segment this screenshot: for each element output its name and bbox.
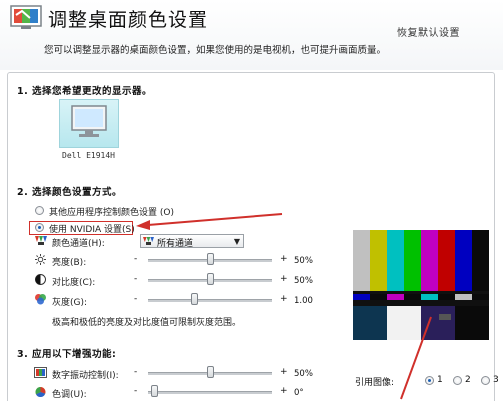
- brightness-label: 亮度(B):: [52, 258, 87, 268]
- radio-nvidia-settings[interactable]: [35, 223, 44, 232]
- contrast-icon: [35, 274, 46, 285]
- color-bar: [353, 230, 370, 291]
- channel-label: 颜色通道(H):: [52, 239, 105, 249]
- gamma-label: 灰度(G):: [52, 298, 88, 308]
- red-annotation-arrow: [136, 213, 283, 230]
- contrast-minus[interactable]: -: [134, 274, 137, 284]
- vibrance-icon: [34, 367, 47, 378]
- hue-value: 0°: [294, 388, 304, 398]
- vibrance-value: 50%: [294, 369, 313, 379]
- color-bar-strip: [404, 294, 421, 300]
- radio-other-apps[interactable]: [35, 206, 44, 215]
- page-description: 您可以调整显示器的桌面颜色设置，如果您使用的是电视机，也可提升画面质量。: [44, 45, 387, 56]
- monitor-icon: [71, 105, 107, 137]
- page-title: 调整桌面颜色设置: [48, 9, 209, 31]
- color-bar-strip: [421, 294, 438, 300]
- sun-icon: [35, 254, 46, 265]
- vibrance-label: 数字振动控制(I):: [52, 371, 119, 381]
- monitor-selector[interactable]: [59, 99, 119, 148]
- contrast-slider-thumb[interactable]: [207, 273, 214, 285]
- display-settings-icon: [10, 5, 42, 29]
- color-bar-strip: [370, 294, 387, 300]
- monitor-label: Dell E1914H: [62, 151, 115, 160]
- chevron-down-icon: ▼: [233, 237, 240, 246]
- contrast-value: 50%: [294, 276, 313, 286]
- section-3-title: 3. 应用以下增强功能:: [17, 349, 117, 360]
- reference-image-label: 引用图像:: [355, 378, 395, 388]
- hue-minus[interactable]: -: [134, 386, 137, 396]
- brightness-slider-thumb[interactable]: [207, 253, 214, 265]
- rgb-circles-icon: [35, 294, 46, 305]
- color-bar: [438, 230, 455, 291]
- brightness-plus[interactable]: +: [280, 254, 288, 264]
- restore-defaults-link[interactable]: 恢复默认设置: [397, 24, 460, 39]
- contrast-label: 对比度(C):: [52, 278, 96, 288]
- contrast-plus[interactable]: +: [280, 274, 288, 284]
- red-annotation-line: [400, 316, 432, 400]
- color-bar: [404, 230, 421, 291]
- section-2-title: 2. 选择颜色设置方式。: [17, 187, 123, 198]
- color-bar-strip: [472, 294, 489, 300]
- color-bar: [421, 230, 438, 291]
- rgb-channels-icon: [35, 236, 47, 245]
- hue-label: 色调(U):: [52, 390, 87, 400]
- channel-select-value: 所有通道: [157, 239, 194, 249]
- color-bar-strip: [387, 294, 404, 300]
- reference-image-option-2: 2: [465, 375, 471, 385]
- section-1-title: 1. 选择您希望更改的显示器。: [17, 86, 153, 97]
- gamma-slider-track[interactable]: [148, 299, 272, 302]
- reference-image-radio-3[interactable]: [481, 376, 490, 385]
- color-bars-dark-blue-block: [353, 306, 387, 340]
- gamma-minus[interactable]: -: [134, 294, 137, 304]
- color-bar: [472, 230, 489, 291]
- color-bars-gray-patch: [439, 314, 451, 320]
- reference-image-option-3: 3: [493, 375, 499, 385]
- color-bar: [387, 230, 404, 291]
- channel-select[interactable]: 所有通道 ▼: [140, 234, 244, 249]
- color-bars-black-block: [455, 306, 489, 340]
- reference-image-radio-1[interactable]: [425, 376, 434, 385]
- gamma-slider-thumb[interactable]: [190, 293, 198, 305]
- reference-image-option-1: 1: [437, 375, 443, 385]
- reference-image-radio-2[interactable]: [453, 376, 462, 385]
- color-bar-strip: [438, 294, 455, 300]
- hue-slider-track[interactable]: [148, 391, 272, 394]
- desktop-color-settings-page: 调整桌面颜色设置 恢复默认设置 您可以调整显示器的桌面颜色设置，如果您使用的是电…: [0, 0, 503, 401]
- color-wheel-icon: [35, 387, 46, 397]
- vibrance-plus[interactable]: +: [280, 367, 288, 377]
- brightness-value: 50%: [294, 256, 313, 266]
- range-note: 极高和极低的亮度及对比度值可限制灰度范围。: [52, 318, 242, 328]
- vibrance-minus[interactable]: -: [134, 367, 137, 377]
- color-bar: [455, 230, 472, 291]
- hue-slider-thumb[interactable]: [151, 385, 159, 397]
- vibrance-slider-thumb[interactable]: [207, 366, 214, 378]
- brightness-minus[interactable]: -: [134, 254, 137, 264]
- color-bar: [370, 230, 387, 291]
- rgb-channels-icon: [143, 237, 154, 245]
- radio-nvidia-settings-label: 使用 NVIDIA 设置(S): [49, 225, 135, 235]
- color-bar-strip: [353, 294, 370, 300]
- color-bar-strip: [455, 294, 472, 300]
- hue-plus[interactable]: +: [280, 386, 288, 396]
- gamma-plus[interactable]: +: [280, 294, 288, 304]
- gamma-value: 1.00: [294, 296, 313, 306]
